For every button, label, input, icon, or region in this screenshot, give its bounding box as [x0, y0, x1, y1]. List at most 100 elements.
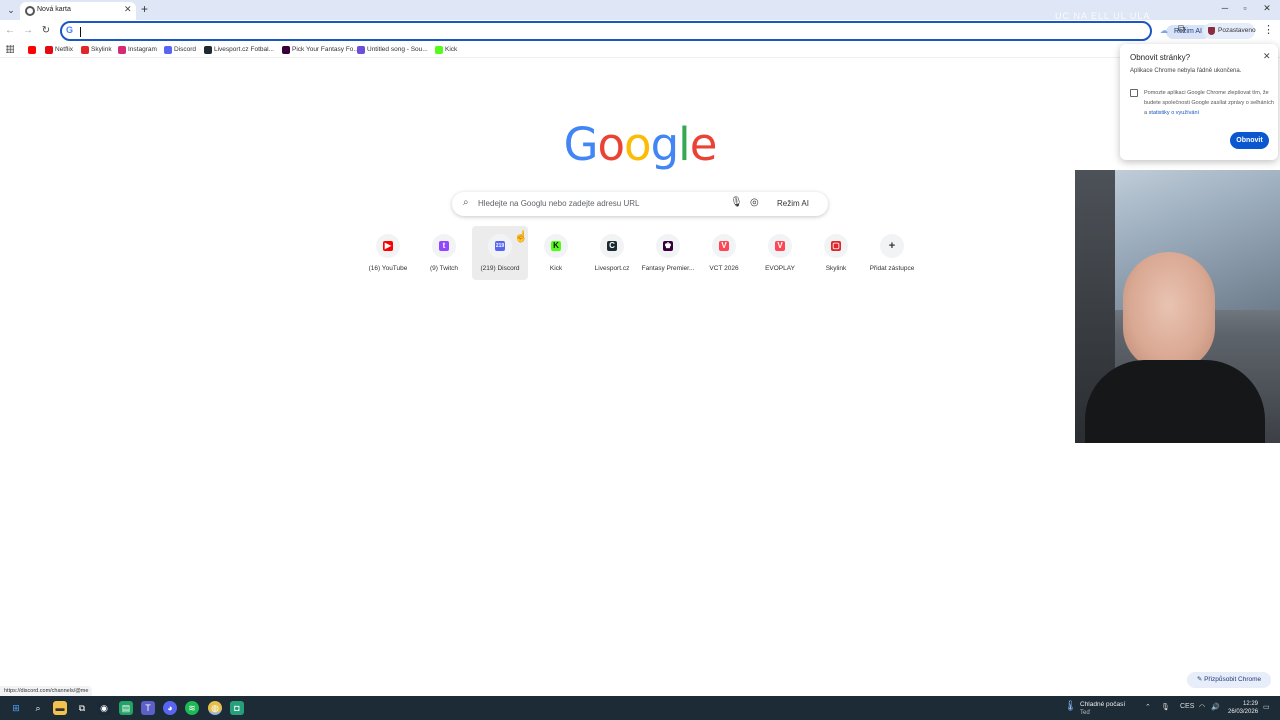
shortcut-icon-circle: ▶: [376, 234, 400, 258]
shortcut-tile[interactable]: K Kick: [528, 226, 584, 280]
microphone-icon[interactable]: 🎙: [1161, 703, 1170, 711]
google-g-icon: G: [66, 25, 74, 35]
bookmark-label: Skylink: [91, 46, 112, 53]
search-icon[interactable]: ⌕: [31, 701, 45, 715]
tab-active[interactable]: Nová karta ✕: [20, 2, 136, 20]
dialog-close-icon[interactable]: ✕: [1263, 51, 1271, 62]
tab-title: Nová karta: [37, 6, 71, 13]
tab-search-dropdown-icon[interactable]: ⌄: [4, 3, 18, 17]
kick-icon: [435, 46, 443, 54]
shortcut-icon-circle: ▢: [824, 234, 848, 258]
bookmark-label: Untitled song - Sou...: [367, 46, 428, 53]
bookmark-label: Discord: [174, 46, 197, 53]
chrome-menu-icon[interactable]: ⋮: [1263, 23, 1274, 36]
bookmark-item[interactable]: Netflix: [45, 44, 73, 56]
apps-grid-icon[interactable]: [6, 45, 14, 53]
shortcut-tile[interactable]: V VCT 2026: [696, 226, 752, 280]
bookmark-label: Pick Your Fantasy Fo...: [292, 46, 359, 53]
system-clock[interactable]: 12:29 26/03/2026: [1228, 700, 1258, 716]
close-window-button[interactable]: ✕: [1257, 3, 1277, 14]
forward-button[interactable]: →: [22, 25, 34, 36]
shortcut-icon-circle: C: [600, 234, 624, 258]
shortcut-tile[interactable]: ▶ (16) YouTube: [360, 226, 416, 280]
youtube-icon: [28, 46, 36, 54]
microphone-icon[interactable]: 🎙: [730, 197, 743, 208]
shortcut-tile[interactable]: t (9) Twitch: [416, 226, 472, 280]
skylink-icon: [81, 46, 89, 54]
chrome-icon[interactable]: ◍: [208, 701, 222, 715]
back-button[interactable]: ←: [4, 25, 16, 36]
bookmark-label: Netflix: [55, 46, 74, 53]
crash-report-checkbox[interactable]: [1130, 89, 1138, 97]
plus-icon: +: [888, 240, 896, 252]
profile-button[interactable]: Pozastaveno: [1203, 23, 1256, 39]
language-indicator[interactable]: CES: [1180, 703, 1194, 710]
excel-icon[interactable]: ▤: [119, 701, 133, 715]
twitch-icon: t: [439, 241, 449, 251]
reload-button[interactable]: ↻: [40, 25, 52, 36]
speaker-icon[interactable]: 🔊: [1211, 703, 1220, 711]
text-caret: [80, 27, 81, 37]
kick-icon: K: [551, 241, 561, 251]
search-box[interactable]: ⌕ Hledejte na Googlu nebo zadejte adresu…: [452, 192, 828, 216]
shortcut-tile[interactable]: ♚ Fantasy Premier...: [640, 226, 696, 280]
weather-title: Chladné počasí: [1080, 701, 1126, 708]
minimize-button[interactable]: ─: [1215, 3, 1235, 13]
address-bar[interactable]: G Režim AI: [60, 21, 1210, 41]
restore-pages-dialog: Obnovit stránky? ✕ Aplikace Chrome nebyl…: [1120, 44, 1278, 160]
tab-close-icon[interactable]: ✕: [124, 4, 132, 15]
windows-start-icon[interactable]: ⊞: [9, 701, 23, 715]
tab-strip: ⌄ Nová karta ✕ + UC NA ELL UL ULA ─ ▫ ✕: [0, 0, 1280, 21]
bookmark-item[interactable]: Skylink: [81, 44, 112, 56]
bookmark-item[interactable]: [28, 44, 38, 56]
chevron-up-icon[interactable]: ⌃: [1145, 703, 1151, 711]
discord-icon: 219: [495, 241, 505, 251]
weather-subtitle: Teď: [1080, 710, 1091, 716]
task-view-icon[interactable]: ⧉: [75, 701, 89, 715]
add-shortcut-button[interactable]: + Přidat zástupce: [864, 226, 920, 280]
new-tab-button[interactable]: +: [141, 2, 148, 16]
google-lens-icon[interactable]: ◎: [750, 197, 759, 208]
shortcut-label: Přidat zástupce: [869, 265, 915, 272]
search-icon: ⌕: [463, 197, 469, 208]
valorant-icon: V: [719, 241, 729, 251]
extensions-icon[interactable]: ⧉: [1178, 24, 1185, 35]
spotify-icon[interactable]: ≋: [185, 701, 199, 715]
weather-widget[interactable]: 🌡 Chladné počasí Teď: [1064, 699, 1134, 717]
shortcut-tile[interactable]: ▢ Skylink: [808, 226, 864, 280]
shortcut-tile[interactable]: C Livesport.cz: [584, 226, 640, 280]
bookmark-item[interactable]: Livesport.cz Fotbal...: [204, 44, 274, 56]
profile-status-label: Pozastaveno: [1218, 27, 1256, 34]
netflix-icon: [45, 46, 53, 54]
premier-league-icon: [282, 46, 290, 54]
crash-report-checkbox-label: Pomozte aplikaci Google Chrome zlepšovat…: [1144, 88, 1274, 118]
bookmark-item[interactable]: Pick Your Fantasy Fo...: [282, 44, 359, 56]
cloud-icon[interactable]: ☁: [1160, 26, 1168, 35]
file-explorer-icon[interactable]: ▬: [53, 701, 67, 715]
restore-window-button[interactable]: ▫: [1235, 3, 1255, 13]
shortcut-tile[interactable]: V EVOPLAY: [752, 226, 808, 280]
bookmark-item[interactable]: Kick: [435, 44, 457, 56]
skylink-icon: ▢: [831, 241, 841, 251]
steam-icon[interactable]: ◉: [97, 701, 111, 715]
clock-time: 12:29: [1242, 701, 1258, 707]
customize-chrome-button[interactable]: ✎ Přizpůsobit Chrome: [1187, 672, 1271, 688]
bookmark-item[interactable]: Untitled song - Sou...: [357, 44, 428, 56]
usage-statistics-link[interactable]: statistiky o využívání: [1149, 110, 1199, 116]
bookmark-item[interactable]: Discord: [164, 44, 196, 56]
restore-button[interactable]: Obnovit: [1230, 132, 1269, 149]
livesport-icon: [204, 46, 212, 54]
search-ai-mode-button[interactable]: Režim AI: [770, 195, 816, 213]
windows-taskbar: ⊞ ⌕ ▬ ⧉ ◉ ▤ T ◕ ≋ ◍ ◘ 🌡 Chladné počasí T…: [0, 696, 1280, 720]
bookmark-item[interactable]: Instagram: [118, 44, 157, 56]
messaging-app-icon[interactable]: ◘: [230, 701, 244, 715]
customize-label: Přizpůsobit Chrome: [1204, 676, 1262, 683]
discord-icon[interactable]: ◕: [163, 701, 177, 715]
browser-toolbar: ← → ↻ G Režim AI ☁ ⧉ Pozastaveno ⋮: [0, 20, 1280, 42]
shortcut-icon-circle: V: [712, 234, 736, 258]
teams-icon[interactable]: T: [141, 701, 155, 715]
discord-icon: [164, 46, 172, 54]
notifications-icon[interactable]: ▭: [1263, 703, 1270, 711]
bookmarks-bar: Netflix Skylink Instagram Discord Livesport.…: [0, 42, 1280, 58]
wifi-icon[interactable]: ◠: [1199, 703, 1205, 711]
